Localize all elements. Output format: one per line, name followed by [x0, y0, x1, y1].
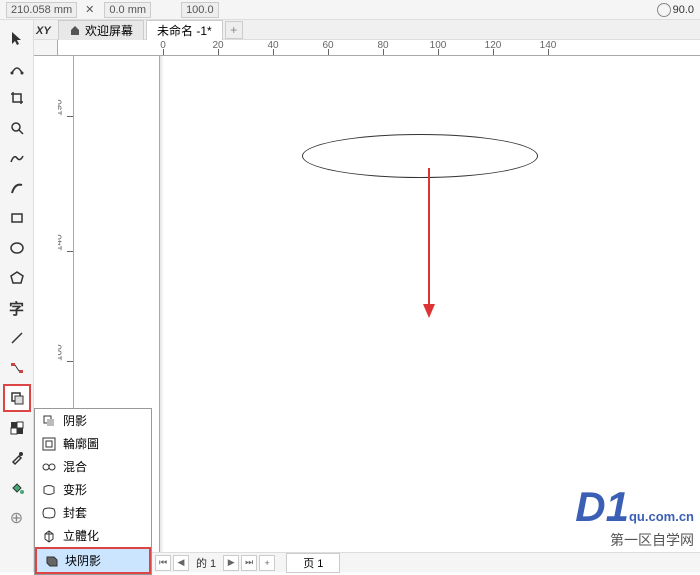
block-shadow-icon: [43, 553, 59, 569]
artistic-media-tool[interactable]: [3, 174, 31, 202]
freehand-tool[interactable]: [3, 144, 31, 172]
effects-tool[interactable]: [3, 384, 31, 412]
page-tab[interactable]: 页 1: [286, 553, 340, 573]
contour-icon: [41, 436, 57, 452]
polygon-tool[interactable]: [3, 264, 31, 292]
xy-label: XY: [36, 25, 51, 37]
red-arrow-annotation: [423, 168, 435, 318]
ellipse-tool[interactable]: [3, 234, 31, 262]
flyout-blend[interactable]: 混合: [35, 455, 151, 478]
watermark: D1qu.com.cn 第一区自学网: [575, 486, 694, 550]
welcome-tab[interactable]: 欢迎屏幕: [58, 20, 144, 40]
document-tabs: 欢迎屏幕 未命名 -1* +: [0, 20, 700, 40]
rotation-icon: [657, 3, 671, 17]
document-tab-label: 未命名 -1*: [157, 22, 212, 39]
property-bar: 210.058 mm ✕ 0.0 mm 100.0 90.0: [0, 0, 700, 20]
flyout-shadow-label: 阴影: [63, 412, 87, 429]
page-prev-button[interactable]: ◀: [173, 555, 189, 571]
flyout-distort[interactable]: 变形: [35, 478, 151, 501]
envelope-icon: [41, 505, 57, 521]
flyout-extrude[interactable]: 立體化: [35, 524, 151, 547]
flyout-contour[interactable]: 輪廓圖: [35, 432, 151, 455]
ruler-corner: [34, 40, 58, 56]
zoom-tool[interactable]: [3, 114, 31, 142]
page-shadow: [160, 56, 164, 552]
h-input[interactable]: 100.0: [181, 2, 219, 18]
text-tool[interactable]: 字: [3, 294, 31, 322]
expand-toolbar[interactable]: ⊕: [3, 504, 31, 532]
welcome-tab-label: 欢迎屏幕: [85, 22, 133, 39]
effects-flyout-menu: 阴影 輪廓圖 混合 变形 封套 立體化 块阴影: [34, 408, 152, 575]
watermark-cn: 第一区自学网: [575, 530, 694, 550]
rectangle-tool[interactable]: [3, 204, 31, 232]
page-first-button[interactable]: ⏮: [155, 555, 171, 571]
distort-icon: [41, 482, 57, 498]
page-next-button[interactable]: ▶: [223, 555, 239, 571]
ellipse-object[interactable]: [302, 134, 538, 178]
x-input[interactable]: 210.058 mm: [6, 2, 77, 18]
flyout-shadow[interactable]: 阴影: [35, 409, 151, 432]
multiply-icon: ✕: [85, 3, 94, 16]
flyout-extrude-label: 立體化: [63, 527, 99, 544]
watermark-brand: D1: [575, 483, 629, 530]
shadow-icon: [41, 413, 57, 429]
flyout-block-shadow[interactable]: 块阴影: [35, 547, 151, 574]
flyout-envelope[interactable]: 封套: [35, 501, 151, 524]
pick-tool[interactable]: [3, 24, 31, 52]
flyout-block-shadow-label: 块阴影: [65, 552, 101, 569]
fill-tool[interactable]: [3, 474, 31, 502]
extrude-icon: [41, 528, 57, 544]
watermark-url: qu.com.cn: [629, 509, 694, 524]
parallel-dimension-tool[interactable]: [3, 324, 31, 352]
rotation-input[interactable]: 90.0: [673, 4, 694, 16]
document-tab[interactable]: 未命名 -1*: [146, 20, 223, 40]
rotation-group: 90.0: [657, 3, 694, 17]
flyout-blend-label: 混合: [63, 458, 87, 475]
connector-tool[interactable]: [3, 354, 31, 382]
canvas[interactable]: [74, 56, 700, 552]
blend-icon: [41, 459, 57, 475]
crop-tool[interactable]: [3, 84, 31, 112]
y-input[interactable]: 0.0 mm: [104, 2, 151, 18]
flyout-contour-label: 輪廓圖: [63, 435, 99, 452]
add-tab-button[interactable]: +: [225, 21, 243, 39]
shape-tool[interactable]: [3, 54, 31, 82]
page-info: 的 1: [196, 555, 216, 571]
transparency-tool[interactable]: [3, 414, 31, 442]
eyedropper-tool[interactable]: [3, 444, 31, 472]
page-last-button[interactable]: ⏭: [241, 555, 257, 571]
flyout-distort-label: 变形: [63, 481, 87, 498]
left-toolbar: 字 ⊕: [0, 20, 34, 572]
flyout-envelope-label: 封套: [63, 504, 87, 521]
horizontal-ruler: 0 20 40 60 80 100 120 140: [58, 40, 700, 56]
home-icon: [69, 24, 81, 36]
page-add-button[interactable]: +: [259, 555, 275, 571]
